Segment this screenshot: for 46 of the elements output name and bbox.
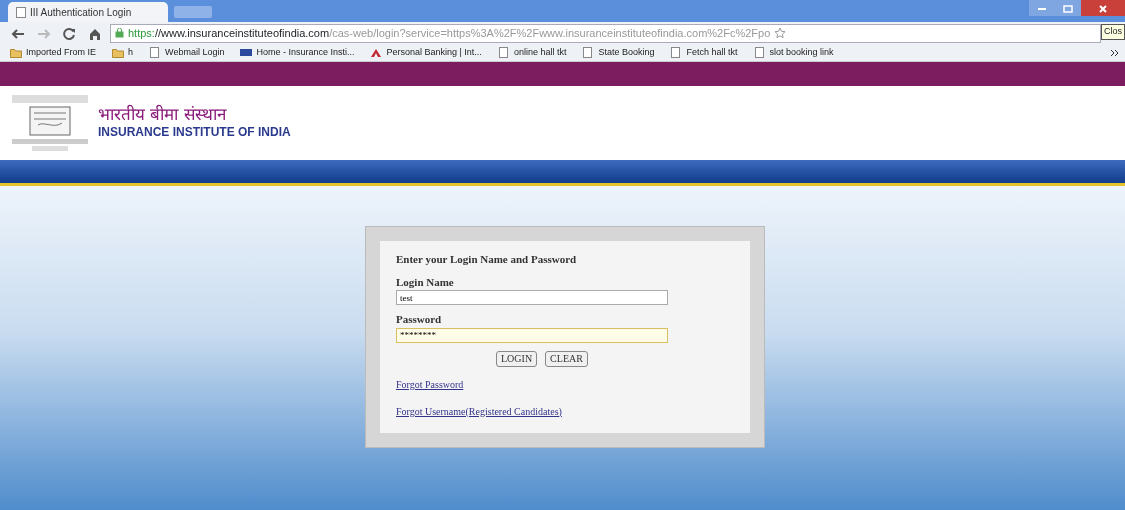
help-link[interactable]: Forgot Username(Registered Candidates)	[396, 403, 562, 419]
form-button[interactable]: LOGIN	[496, 350, 538, 367]
browser-tab[interactable]: III Authentication Login	[8, 2, 168, 22]
tooltip: Clos	[1101, 24, 1125, 40]
minimize-button[interactable]	[1029, 0, 1055, 16]
form-button[interactable]: CLEAR	[545, 350, 588, 367]
star-icon	[774, 27, 787, 39]
page-icon	[16, 6, 26, 18]
institute-name: INSURANCE INSTITUTE OF INDIA	[98, 124, 291, 142]
address-bar[interactable]: https://www.insuranceinstituteofindia.com/cas-web/login?service=https%3A%2F%2Fwww.insuranceinstituteofindia.com%2Fc%2Fpo	[110, 23, 1101, 43]
page-icon	[149, 47, 162, 58]
help-link[interactable]: Forgot Password	[396, 376, 464, 392]
bookmark[interactable]: Fetch hall tkt	[666, 45, 742, 60]
bookmark[interactable]: h	[108, 45, 138, 60]
page-icon	[670, 47, 683, 58]
back-icon	[9, 26, 25, 41]
site-icon	[240, 47, 253, 58]
input-field[interactable]: test	[396, 290, 668, 305]
folder-icon	[112, 47, 125, 58]
minimize-icon	[1038, 7, 1046, 10]
bookmark[interactable]: Personal Banking | Int...	[366, 45, 486, 60]
page-icon	[497, 47, 510, 58]
input-field[interactable]: ********	[396, 327, 668, 343]
lock-icon	[115, 28, 124, 38]
forward-icon	[35, 26, 51, 41]
field-label: Login Name	[396, 274, 455, 290]
bookmark[interactable]: Webmail Login	[145, 45, 229, 60]
institute-name-hindi: भारतीय बीमा संस्थान	[98, 104, 228, 124]
form-heading: Enter your Login Name and Password	[396, 252, 578, 267]
folder-icon	[10, 47, 22, 58]
bookmark[interactable]: slot booking link	[749, 45, 838, 60]
maximize-icon	[1063, 3, 1073, 14]
home-icon	[87, 26, 103, 41]
page-icon	[582, 47, 595, 58]
reload-icon	[61, 26, 77, 41]
close-button[interactable]	[1081, 0, 1125, 16]
bookmark[interactable]: online hall tkt	[493, 45, 571, 60]
overflow-chevron-icon[interactable]	[1110, 48, 1119, 57]
page-icon	[753, 47, 766, 58]
bookmark[interactable]: Home - Insurance Insti...	[236, 45, 359, 60]
field-label: Password	[396, 312, 443, 327]
bookmark[interactable]: State Booking	[578, 45, 659, 60]
url-text: https://www.insuranceinstituteofindia.com/cas-web/login?service=https%3A%2F%2Fwww.insuranceinstituteofindia.com%2Fc%2Fpo	[128, 25, 771, 41]
logo-icon	[370, 47, 383, 58]
bookmark[interactable]: Imported From IE	[6, 45, 101, 60]
close-icon	[1098, 3, 1108, 14]
